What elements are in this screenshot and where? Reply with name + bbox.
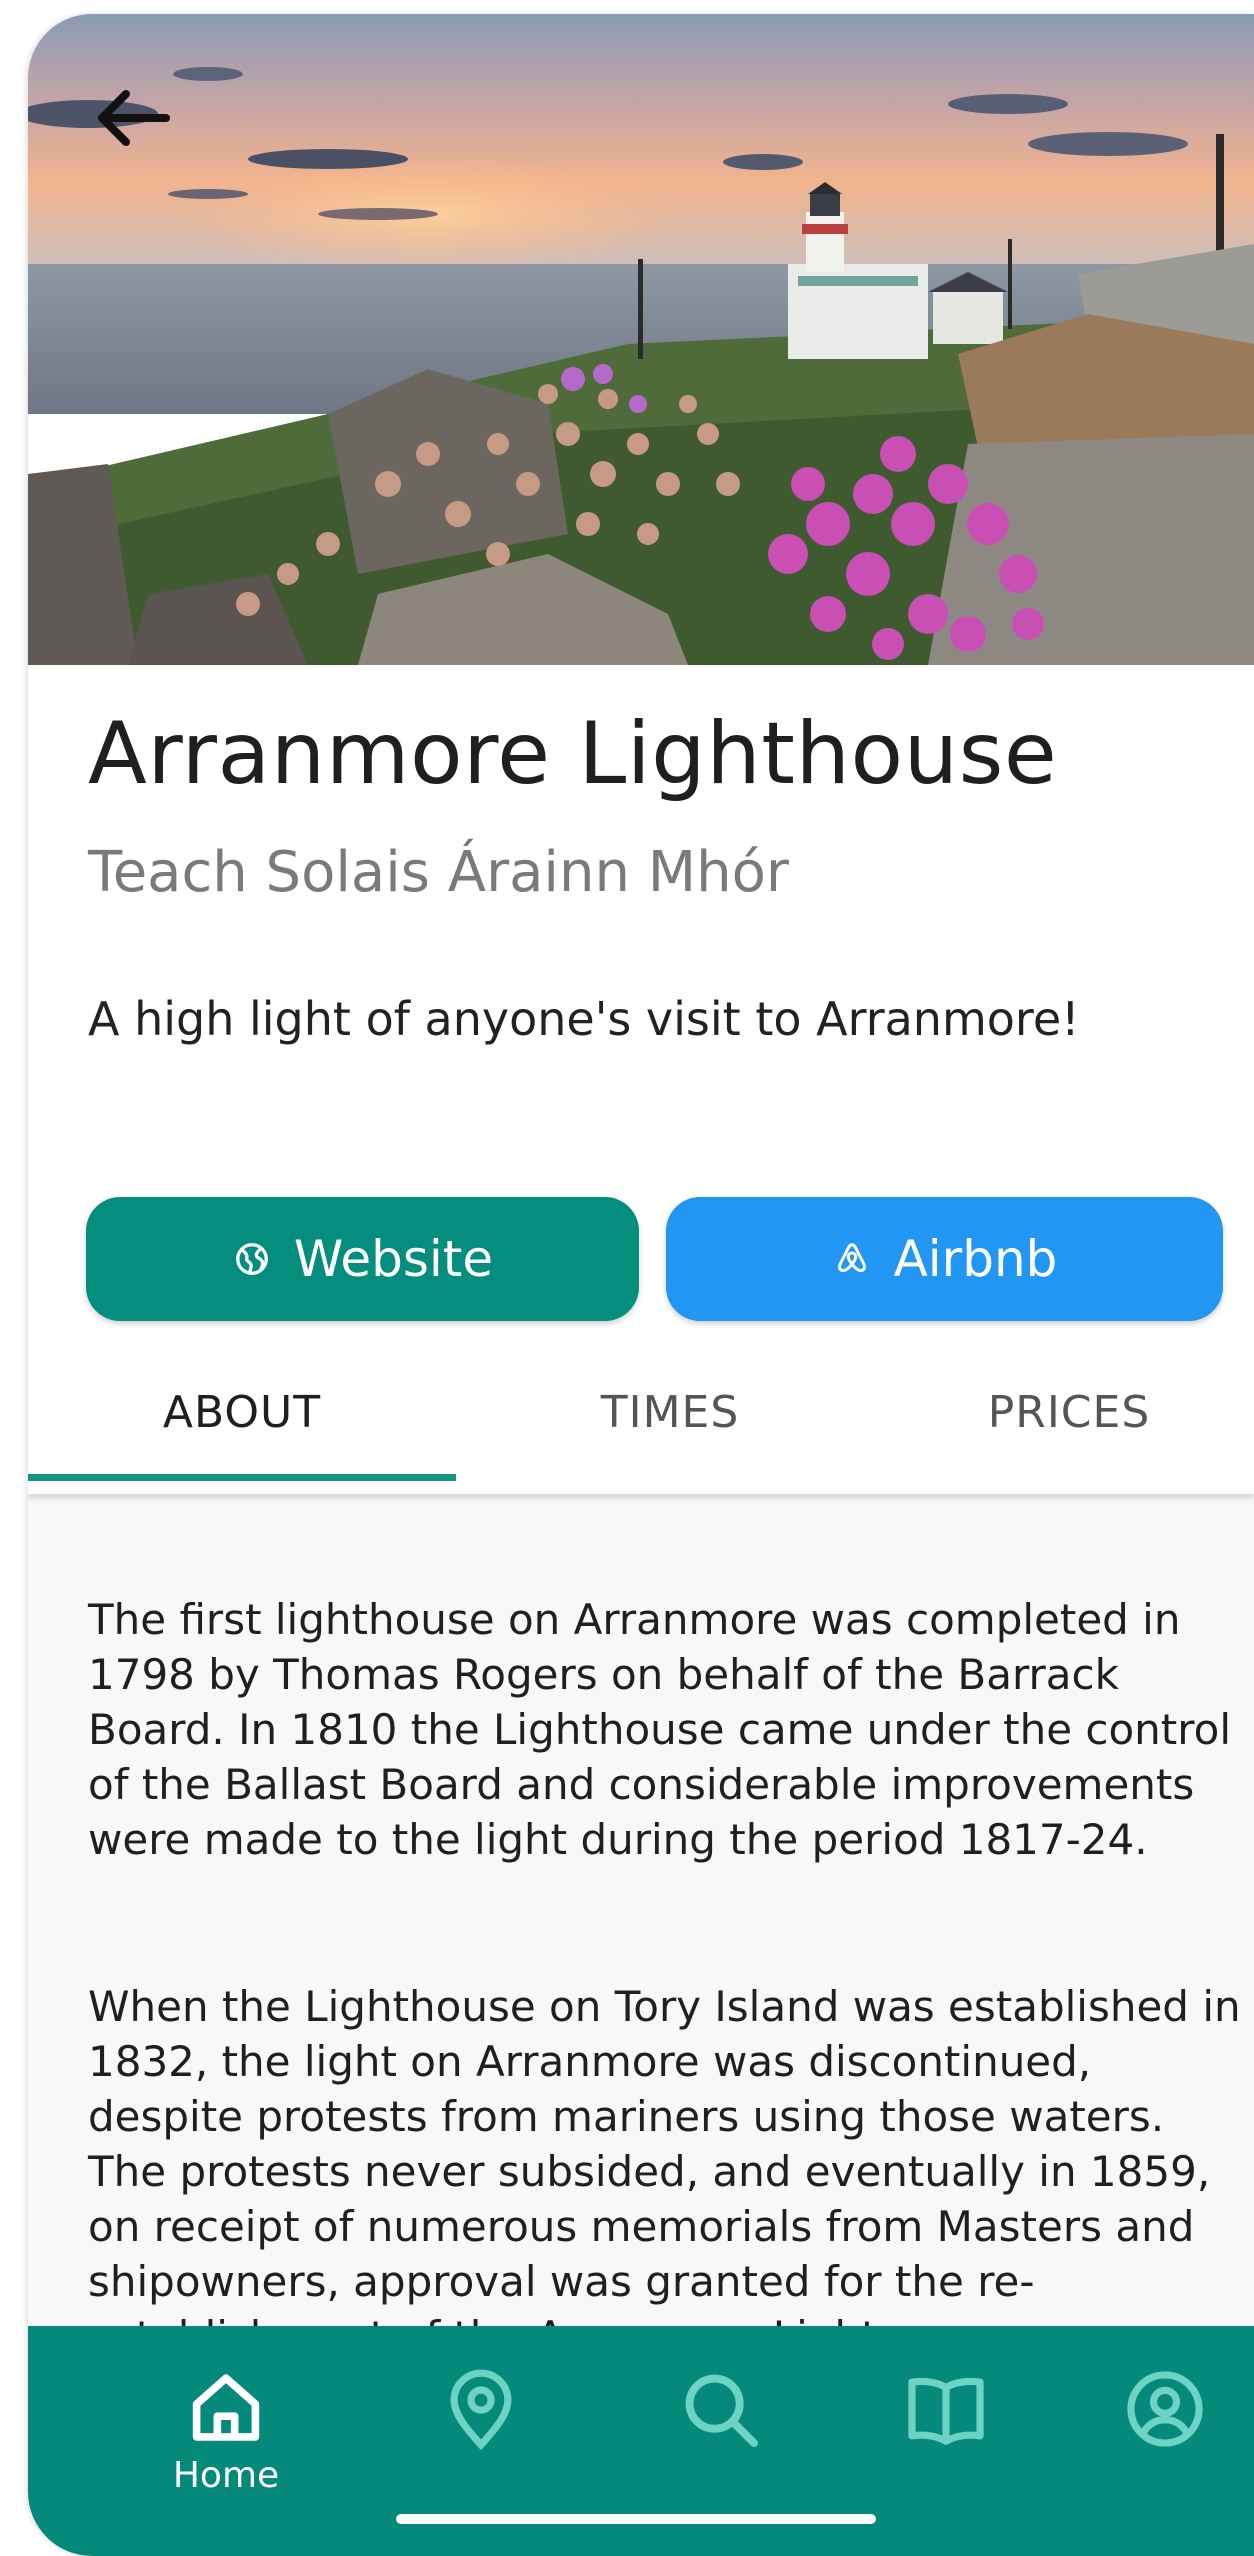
website-button-label: Website [293,1230,494,1288]
tab-prices[interactable]: PRICES [884,1344,1254,1480]
website-button[interactable]: Website [86,1197,639,1321]
tab-times[interactable]: TIMES [456,1344,884,1480]
nav-places[interactable] [401,2366,561,2496]
gesture-home-bar[interactable] [396,2514,876,2524]
place-subtitle: Teach Solais Árainn Mhór [88,840,789,905]
arrow-left-icon [98,90,170,146]
nav-guide[interactable] [866,2366,1026,2496]
about-content[interactable]: The first lighthouse on Arranmore was co… [28,1494,1254,2339]
map-pin-icon [450,2369,512,2451]
home-icon [192,2374,260,2441]
search-icon [685,2374,758,2447]
back-button[interactable] [86,70,182,166]
book-icon [908,2377,984,2445]
nav-home[interactable]: Home [146,2366,306,2496]
airbnb-button-label: Airbnb [893,1230,1058,1288]
airbnb-icon [832,1239,872,1279]
place-tagline: A high light of anyone's visit to Arranm… [88,992,1080,1046]
globe-icon [232,1239,272,1279]
account-icon [1127,2371,1203,2447]
app-screen: Arranmore Lighthouse Teach Solais Árainn… [28,14,1254,2556]
about-paragraph: When the Lighthouse on Tory Island was e… [88,1982,1241,2339]
tab-bar: ABOUT TIMES PRICES [28,1344,1254,1494]
airbnb-button[interactable]: Airbnb [666,1197,1223,1321]
tab-about[interactable]: ABOUT [28,1344,456,1480]
place-title: Arranmore Lighthouse [88,704,1058,804]
tab-selected-indicator [28,1474,456,1481]
about-paragraph: The first lighthouse on Arranmore was co… [88,1595,1231,1864]
nav-home-label: Home [172,2455,280,2496]
hero-image [28,14,1254,665]
nav-search[interactable] [640,2366,800,2496]
nav-account[interactable] [1085,2366,1245,2496]
